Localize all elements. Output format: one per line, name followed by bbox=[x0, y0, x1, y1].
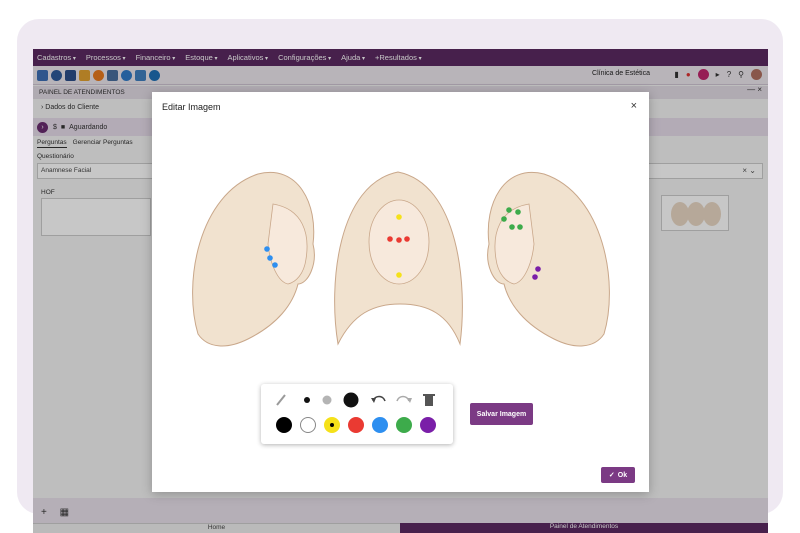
color-blue[interactable] bbox=[372, 417, 388, 433]
edit-image-modal: Editar Imagem × Salvar Imagem ✓ Ok bbox=[152, 92, 649, 492]
face-front bbox=[334, 171, 463, 346]
face-right-profile bbox=[487, 172, 610, 347]
close-icon[interactable]: × bbox=[631, 100, 637, 112]
color-green[interactable] bbox=[396, 417, 412, 433]
undo-icon[interactable] bbox=[371, 395, 386, 404]
trash-icon[interactable] bbox=[423, 394, 435, 406]
ok-label: Ok bbox=[617, 471, 628, 479]
check-icon: ✓ bbox=[608, 472, 615, 479]
palette-colors-row bbox=[275, 415, 445, 435]
size-large[interactable] bbox=[343, 392, 359, 408]
modal-title: Editar Imagem bbox=[162, 102, 221, 112]
palette-tools-row bbox=[275, 392, 445, 408]
color-red[interactable] bbox=[348, 417, 364, 433]
selected-marker bbox=[330, 423, 334, 427]
redo-icon[interactable] bbox=[396, 395, 412, 404]
brush-icon[interactable] bbox=[276, 394, 286, 406]
drawing-palette bbox=[261, 384, 453, 444]
color-white[interactable] bbox=[300, 417, 316, 433]
save-image-button[interactable]: Salvar Imagem bbox=[470, 403, 533, 425]
face-canvas[interactable] bbox=[178, 164, 624, 354]
color-purple[interactable] bbox=[420, 417, 436, 433]
face-left-profile bbox=[192, 172, 315, 347]
size-medium[interactable] bbox=[322, 395, 332, 405]
size-small[interactable] bbox=[304, 397, 310, 403]
color-black[interactable] bbox=[276, 417, 292, 433]
ok-button[interactable]: ✓ Ok bbox=[601, 467, 635, 483]
